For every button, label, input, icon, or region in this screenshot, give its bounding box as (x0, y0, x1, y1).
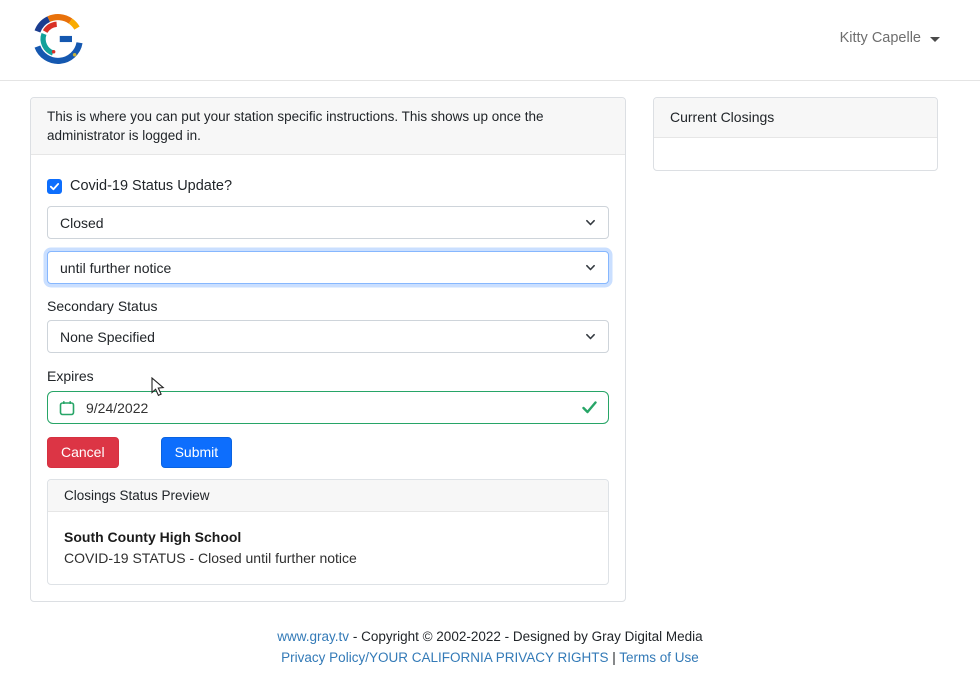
secondary-status-label: Secondary Status (47, 297, 609, 315)
footer-copyright-line: www.gray.tv - Copyright © 2002-2022 - De… (0, 626, 980, 647)
covid-checkbox-label: Covid-19 Status Update? (70, 178, 232, 194)
terms-of-use-link[interactable]: Terms of Use (619, 650, 699, 665)
status-select-value: Closed (60, 215, 104, 231)
footer-separator: | (612, 650, 616, 665)
duration-select-value: until further notice (60, 260, 171, 276)
valid-check-icon (582, 401, 597, 414)
expires-date-value: 9/24/2022 (86, 400, 148, 416)
calendar-icon (59, 400, 75, 416)
copyright-text: - Copyright © 2002-2022 - Designed by Gr… (353, 629, 703, 644)
page-footer: www.gray.tv - Copyright © 2002-2022 - De… (0, 626, 980, 668)
chevron-down-icon (585, 262, 596, 273)
submit-button[interactable]: Submit (161, 437, 233, 468)
gray-tv-logo-icon[interactable] (30, 11, 86, 67)
station-status-card: This is where you can put your station s… (30, 97, 626, 602)
secondary-status-value: None Specified (60, 329, 155, 345)
covid-status-checkbox[interactable] (47, 179, 62, 194)
expires-label: Expires (47, 367, 609, 385)
chevron-down-icon (585, 331, 596, 342)
gray-tv-link[interactable]: www.gray.tv (277, 629, 349, 644)
checkmark-icon (49, 181, 60, 192)
preview-title: Closings Status Preview (48, 480, 608, 512)
closings-status-preview-card: Closings Status Preview South County Hig… (47, 479, 609, 585)
cancel-button[interactable]: Cancel (47, 437, 119, 468)
current-closings-card: Current Closings (653, 97, 938, 171)
user-menu[interactable]: Kitty Capelle (840, 30, 940, 46)
secondary-status-select[interactable]: None Specified (47, 320, 609, 353)
top-header: Kitty Capelle (0, 0, 980, 81)
status-select[interactable]: Closed (47, 206, 609, 239)
caret-down-icon (930, 37, 940, 42)
duration-select[interactable]: until further notice (47, 251, 609, 284)
status-form: Covid-19 Status Update? Closed until fur… (31, 155, 625, 601)
user-name: Kitty Capelle (840, 30, 921, 46)
current-closings-title: Current Closings (654, 98, 937, 138)
preview-entry-name: South County High School (64, 528, 592, 547)
privacy-policy-link[interactable]: Privacy Policy/YOUR CALIFORNIA PRIVACY R… (281, 650, 608, 665)
form-actions: Cancel Submit (47, 437, 609, 468)
footer-legal-line: Privacy Policy/YOUR CALIFORNIA PRIVACY R… (0, 647, 980, 668)
covid-status-checkbox-row[interactable]: Covid-19 Status Update? (47, 178, 609, 194)
station-instructions: This is where you can put your station s… (31, 98, 625, 155)
preview-entry: South County High School COVID-19 STATUS… (48, 512, 608, 584)
current-closings-list (654, 138, 937, 170)
expires-date-input[interactable]: 9/24/2022 (47, 391, 609, 424)
chevron-down-icon (585, 217, 596, 228)
closings-admin-page: Kitty Capelle This is where you can put … (0, 0, 980, 700)
preview-entry-status: COVID-19 STATUS - Closed until further n… (64, 549, 592, 568)
